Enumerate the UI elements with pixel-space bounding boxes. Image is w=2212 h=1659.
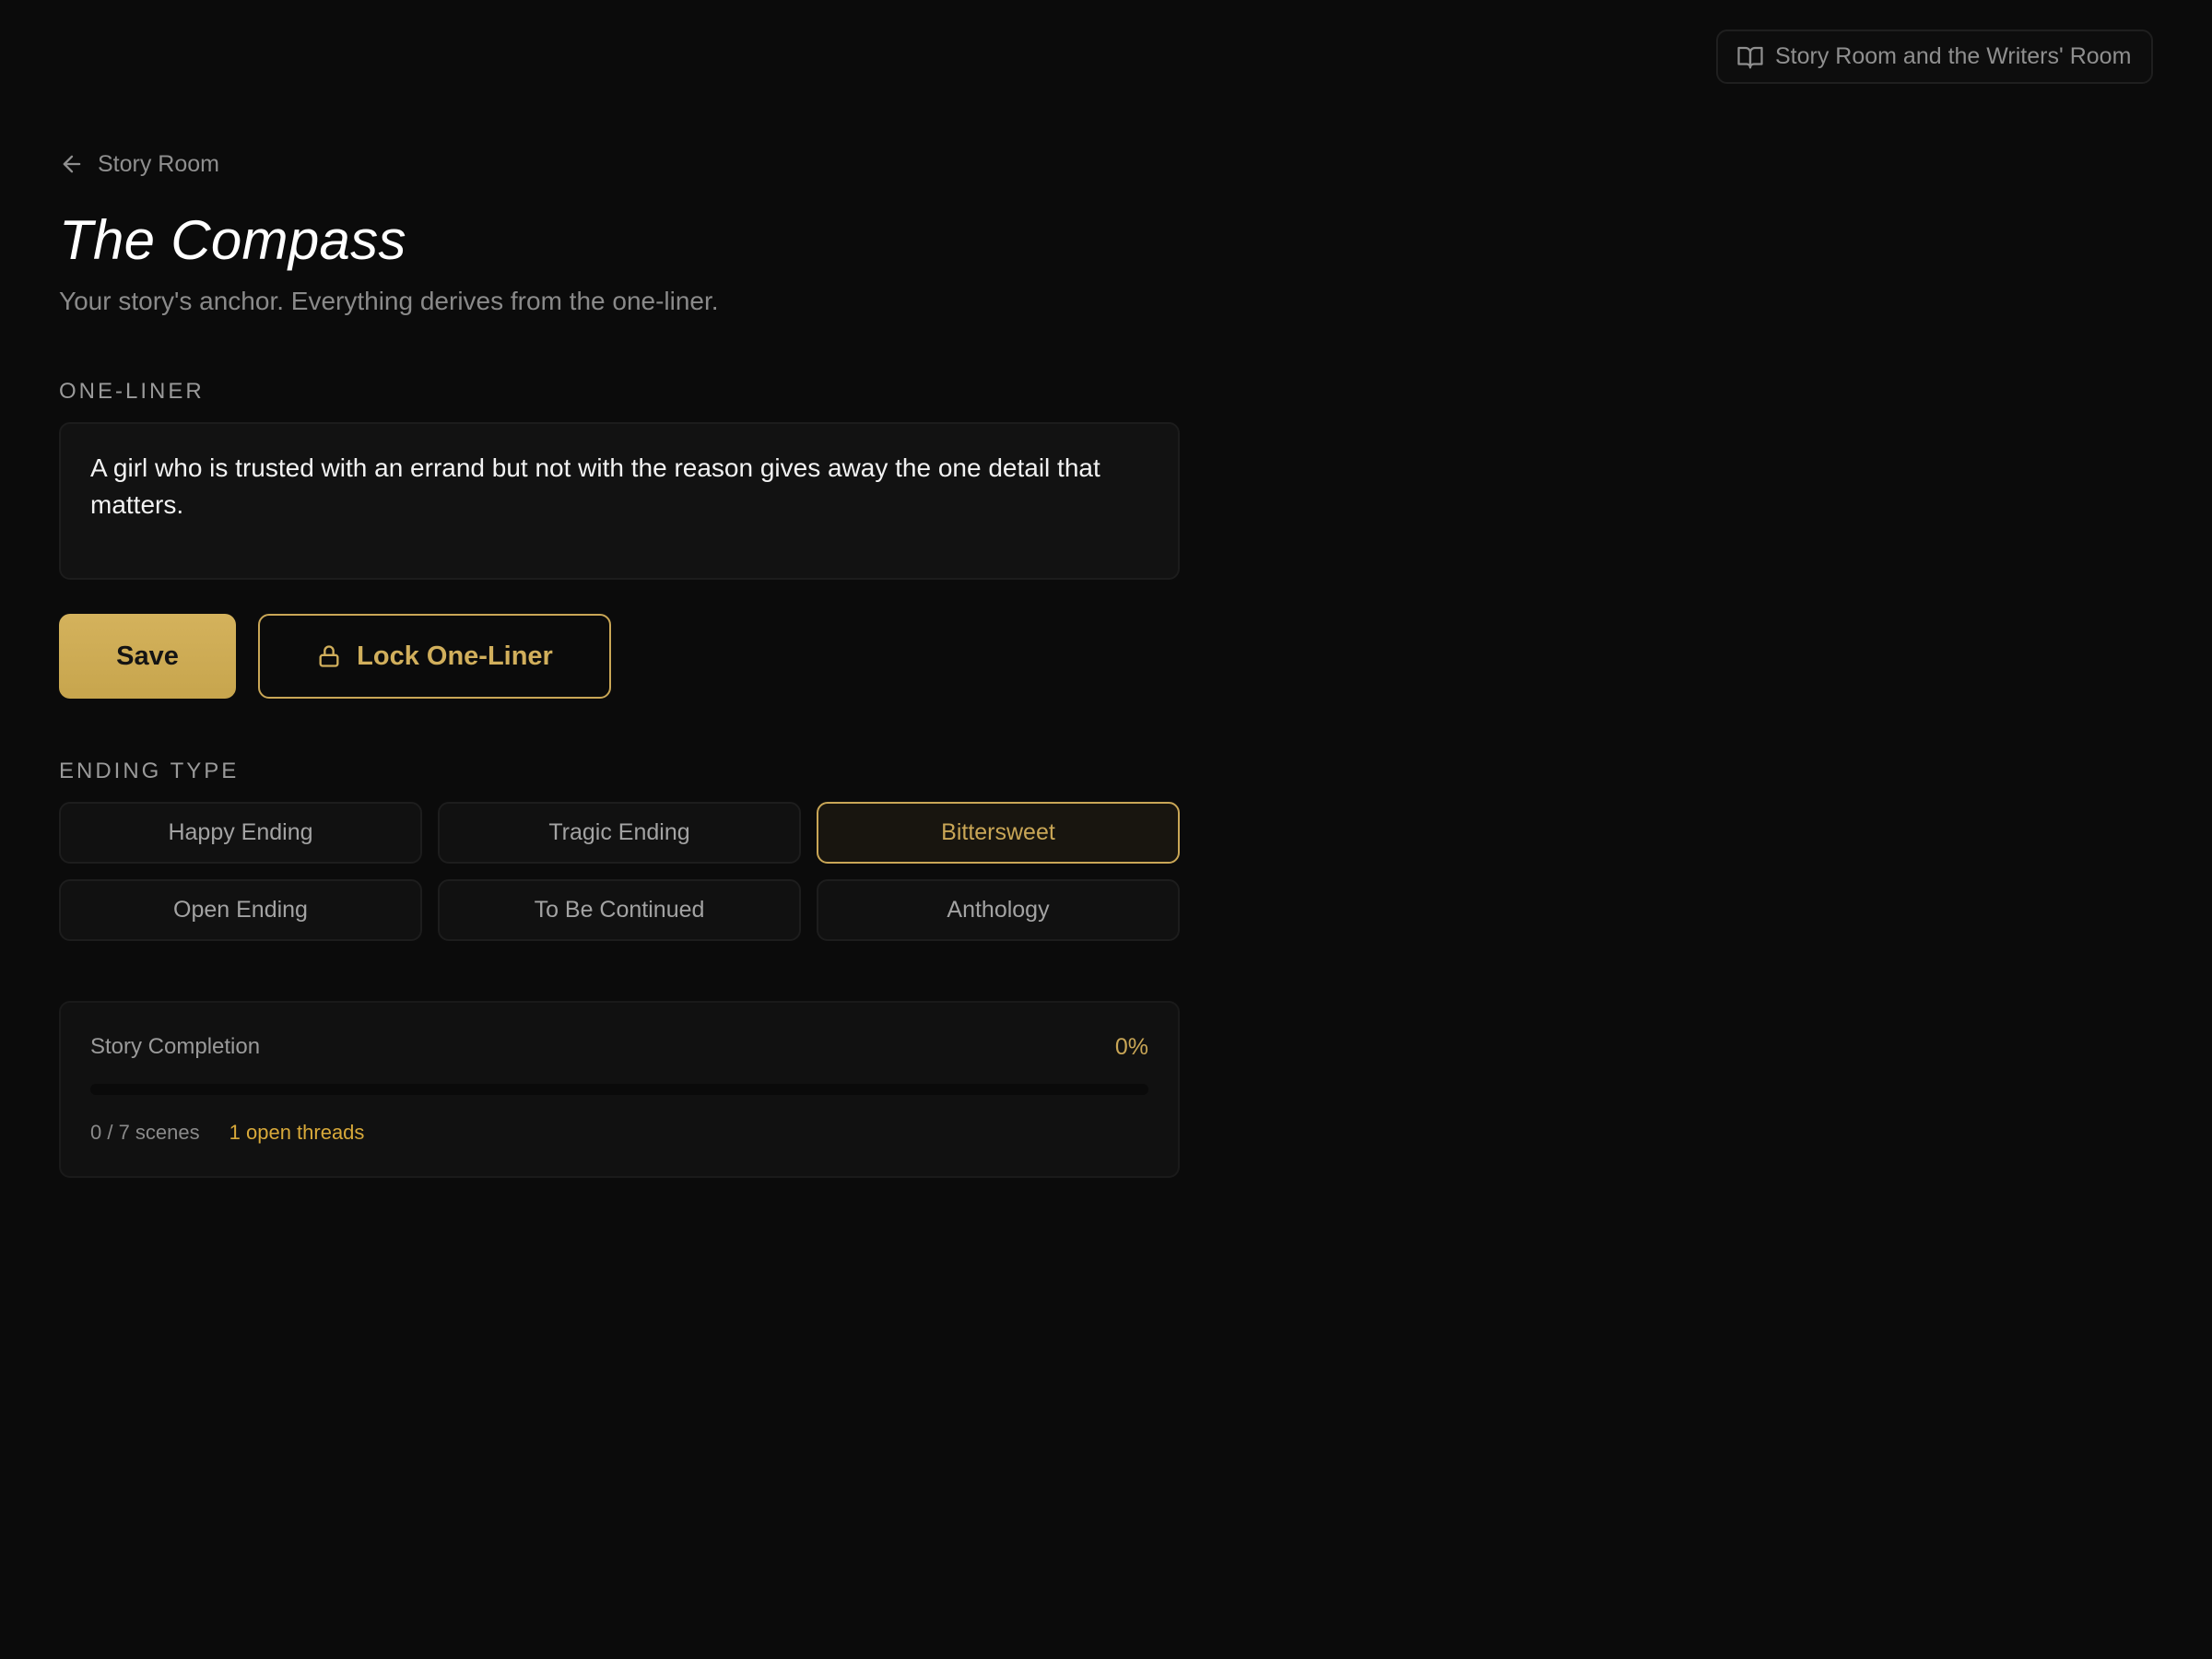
- story-completion-card: Story Completion 0% 0 / 7 scenes 1 open …: [59, 1001, 1180, 1178]
- open-threads-link[interactable]: 1 open threads: [229, 1121, 365, 1145]
- ending-option-happy-ending[interactable]: Happy Ending: [59, 802, 422, 864]
- ending-option-to-be-continued[interactable]: To Be Continued: [438, 879, 801, 941]
- one-liner-label: ONE-LINER: [59, 379, 205, 404]
- writers-room-guide-button[interactable]: Story Room and the Writers' Room: [1716, 29, 2153, 84]
- save-button[interactable]: Save: [59, 614, 236, 699]
- ending-option-anthology[interactable]: Anthology: [817, 879, 1180, 941]
- arrow-left-icon: [63, 155, 81, 173]
- lock-icon: [319, 645, 339, 667]
- guide-label: Story Room and the Writers' Room: [1775, 43, 2132, 69]
- lock-button-label: Lock One-Liner: [357, 641, 553, 671]
- lock-one-liner-button[interactable]: Lock One-Liner: [258, 614, 611, 699]
- completion-meta: 0 / 7 scenes 1 open threads: [90, 1121, 364, 1145]
- book-open-icon: [1737, 46, 1763, 68]
- ending-option-tragic-ending[interactable]: Tragic Ending: [438, 802, 801, 864]
- ending-type-options: Happy Ending Tragic Ending Bittersweet O…: [59, 802, 1180, 941]
- back-link-label: Story Room: [98, 150, 219, 177]
- page-subtitle: Your story's anchor. Everything derives …: [59, 287, 719, 315]
- one-liner-input[interactable]: A girl who is trusted with an errand but…: [59, 422, 1180, 580]
- completion-label: Story Completion: [90, 1034, 261, 1059]
- ending-option-open-ending[interactable]: Open Ending: [59, 879, 422, 941]
- scenes-count: 0 / 7 scenes: [90, 1121, 200, 1144]
- completion-progress-bar: [90, 1084, 1148, 1095]
- ending-type-label: ENDING TYPE: [59, 759, 240, 783]
- compass-page: Story Room and the Writers' Room Story R…: [0, 0, 2212, 1659]
- back-to-story-room-link[interactable]: Story Room: [59, 147, 219, 181]
- page-title: The Compass: [59, 209, 406, 271]
- completion-percent: 0%: [1114, 1034, 1148, 1060]
- ending-option-bittersweet[interactable]: Bittersweet: [817, 802, 1180, 864]
